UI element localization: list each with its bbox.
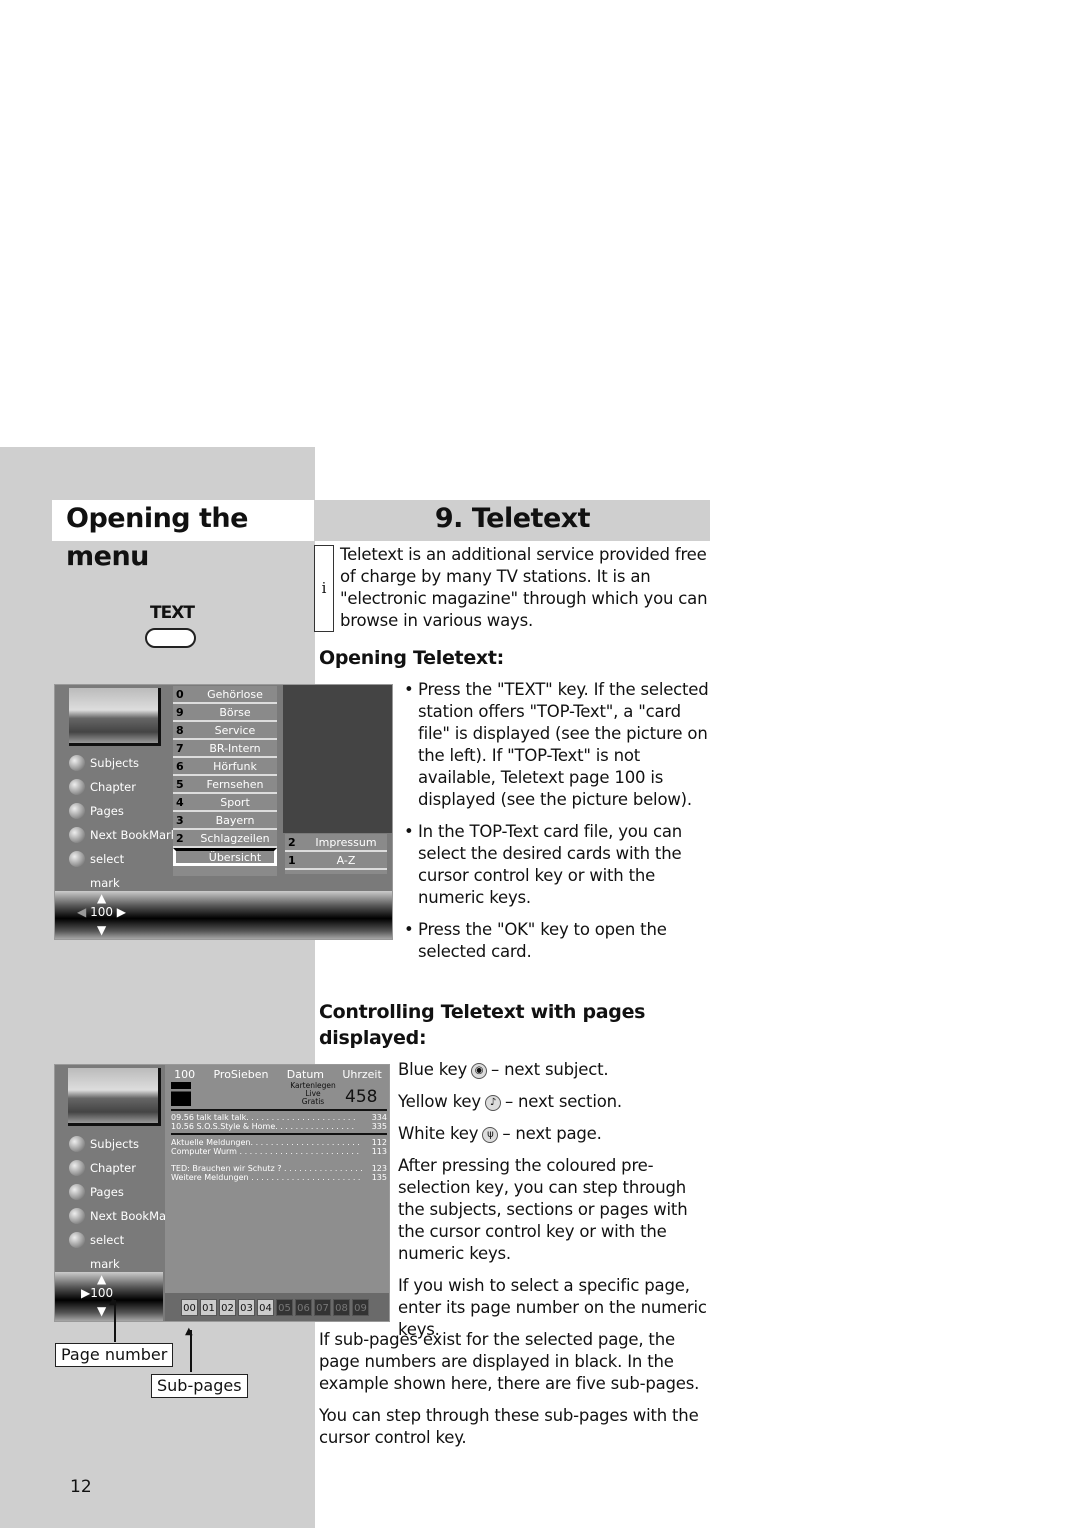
card-item[interactable]: 6 Hörfunk bbox=[173, 758, 277, 776]
thumbnail-image bbox=[69, 688, 161, 746]
info-text: Teletext is an additional service provid… bbox=[340, 545, 708, 630]
ball-icon bbox=[69, 803, 85, 819]
up-arrow-icon: ▲ bbox=[97, 1272, 107, 1286]
teletext-page: 100 ProSieben Datum Uhrzeit Kartenlegen Live… bbox=[165, 1065, 389, 1321]
bullet: Press the "OK" key to open the selected … bbox=[400, 919, 710, 963]
nav-bar: ◀ 100 ▶ ▲ ▼ bbox=[55, 891, 392, 939]
ball-icon bbox=[69, 851, 85, 867]
subpage-bar: 00 01 02 03 04 05 06 07 08 09 bbox=[165, 1293, 389, 1321]
down-arrow-icon: ▼ bbox=[97, 923, 107, 937]
paragraph: You can step through these sub-pages wit… bbox=[319, 1406, 699, 1447]
chapter-title: 9. Teletext bbox=[315, 500, 710, 541]
subpage-text: If sub-pages exist for the selected page… bbox=[319, 1329, 709, 1449]
side-item-chapter: Chapter bbox=[69, 775, 177, 799]
ball-icon bbox=[69, 1184, 85, 1200]
list-item: Weitere Meldungen . . . . . . . . . . . … bbox=[171, 1173, 387, 1182]
side-item-chapter: Chapter bbox=[69, 1156, 171, 1180]
card-item[interactable]: 8 Service bbox=[173, 722, 277, 740]
subpage-number[interactable]: 00 bbox=[181, 1299, 198, 1316]
card-item[interactable]: 3 Bayern bbox=[173, 812, 277, 830]
subpage-number[interactable]: 04 bbox=[257, 1299, 274, 1316]
ball-icon bbox=[69, 1232, 85, 1248]
page-number: 100 bbox=[90, 905, 113, 919]
schedule-list: 09.56 talk talk talk. . . . . . . . . . … bbox=[171, 1109, 387, 1131]
paragraph: If sub-pages exist for the selected page… bbox=[319, 1330, 700, 1393]
ball-icon bbox=[69, 827, 85, 843]
card-item[interactable]: 7 BR-Intern bbox=[173, 740, 277, 758]
card-file-2: 2 Impressum 1 A-Z bbox=[285, 834, 387, 874]
opening-list: Press the "TEXT" key. If the selected st… bbox=[400, 679, 710, 963]
music-note-icon: ♪ bbox=[484, 1094, 501, 1111]
list-item: 10.56 S.O.S.Style & Home. . . . . . . . … bbox=[171, 1122, 387, 1131]
info-icon: i bbox=[314, 545, 334, 632]
card-item[interactable]: 1 A-Z bbox=[285, 852, 387, 870]
card-item[interactable]: 9 Börse bbox=[173, 704, 277, 722]
list-item: Computer Wurm . . . . . . . . . . . . . … bbox=[171, 1147, 387, 1156]
section-title: Opening the menu bbox=[52, 500, 314, 572]
side-item-subjects: Subjects bbox=[69, 1132, 171, 1156]
ball-icon bbox=[69, 755, 85, 771]
side-item-subjects: Subjects bbox=[69, 751, 177, 775]
card-item[interactable]: 2 Schlagzeilen bbox=[173, 830, 277, 848]
teletext-header: 100 ProSieben Datum Uhrzeit bbox=[174, 1068, 382, 1081]
list-item: Aktuelle Meldungen. . . . . . . . . . . … bbox=[171, 1138, 387, 1147]
card-preview bbox=[283, 685, 392, 833]
promo-text: Kartenlegen Live Gratis bbox=[290, 1081, 336, 1106]
card-item[interactable]: 0 Gehörlose bbox=[173, 686, 277, 704]
subpage-number[interactable]: 07 bbox=[314, 1299, 331, 1316]
ball-icon bbox=[69, 1160, 85, 1176]
arrow-up-icon: ▲ bbox=[185, 1326, 193, 1337]
thumbnail-image bbox=[68, 1068, 161, 1126]
page-number-footer: 12 bbox=[70, 1477, 92, 1497]
page-nav: ◀ 100 ▶ bbox=[77, 905, 127, 919]
eye-icon: ◉ bbox=[471, 1062, 488, 1079]
subpage-number[interactable]: 02 bbox=[219, 1299, 236, 1316]
ball-icon bbox=[69, 1136, 85, 1152]
page-number-label: Page number bbox=[55, 1343, 174, 1367]
down-arrow-icon: ▼ bbox=[97, 1304, 107, 1318]
teletext-screen: Subjects Chapter Pages Next BookMar sele… bbox=[54, 1064, 390, 1322]
text-key-icon bbox=[145, 628, 196, 648]
up-arrow-icon: ▲ bbox=[97, 891, 107, 905]
subpage-number[interactable]: 01 bbox=[200, 1299, 217, 1316]
card-item[interactable]: Übersicht bbox=[173, 848, 277, 866]
news-list: Aktuelle Meldungen. . . . . . . . . . . … bbox=[171, 1133, 387, 1182]
antenna-icon: ψ bbox=[482, 1126, 499, 1143]
ball-icon bbox=[69, 1208, 85, 1224]
key-yellow: Yellow key ♪ – next section. bbox=[398, 1092, 622, 1111]
card-item[interactable]: 2 Impressum bbox=[285, 834, 387, 852]
prosieben-logo bbox=[171, 1082, 191, 1106]
key-white: White key ψ – next page. bbox=[398, 1124, 602, 1143]
key-list: Blue key ◉ – next subject. Yellow key ♪ – ne… bbox=[398, 1059, 710, 1341]
card-item[interactable]: 5 Fernsehen bbox=[173, 776, 277, 794]
bullet: In the TOP-Text card file, you can selec… bbox=[400, 821, 710, 909]
list-item: TED: Brauchen wir Schutz ? . . . . . . .… bbox=[171, 1164, 387, 1173]
subpage-number[interactable]: 03 bbox=[238, 1299, 255, 1316]
subpage-number[interactable]: 09 bbox=[352, 1299, 369, 1316]
side-item-bookmark: Next BookMar bbox=[69, 1204, 171, 1228]
subpage-number[interactable]: 05 bbox=[276, 1299, 293, 1316]
key-blue: Blue key ◉ – next subject. bbox=[398, 1060, 609, 1079]
controlling-heading: Controlling Teletext with pages displaye… bbox=[319, 1001, 646, 1049]
card-item[interactable]: 4 Sport bbox=[173, 794, 277, 812]
opening-heading: Opening Teletext: bbox=[319, 647, 504, 669]
text-key-label: TEXT bbox=[150, 603, 195, 623]
subpage-number[interactable]: 06 bbox=[295, 1299, 312, 1316]
bullet: Press the "TEXT" key. If the selected st… bbox=[400, 679, 710, 811]
toptext-screen: Subjects Chapter Pages Next BookMark sel… bbox=[54, 684, 393, 940]
side-item-select: select bbox=[69, 847, 177, 871]
side-item-pages: Pages bbox=[69, 1180, 171, 1204]
side-item-select: select bbox=[69, 1228, 171, 1252]
sub-pages-label: Sub-pages bbox=[151, 1374, 248, 1398]
arrow-up-icon: ▲ bbox=[109, 1296, 117, 1307]
paragraph: After pressing the coloured pre-selectio… bbox=[398, 1156, 688, 1263]
ball-icon bbox=[69, 779, 85, 795]
list-item: 09.56 talk talk talk. . . . . . . . . . … bbox=[171, 1113, 387, 1122]
card-file: 0 Gehörlose 9 Börse 8 Service 7 BR-Intern 6 Hörfu… bbox=[173, 686, 277, 876]
subpage-number[interactable]: 08 bbox=[333, 1299, 350, 1316]
side-item-bookmark: Next BookMark bbox=[69, 823, 177, 847]
promo-page-number: 458 bbox=[345, 1087, 378, 1107]
side-item-pages: Pages bbox=[69, 799, 177, 823]
